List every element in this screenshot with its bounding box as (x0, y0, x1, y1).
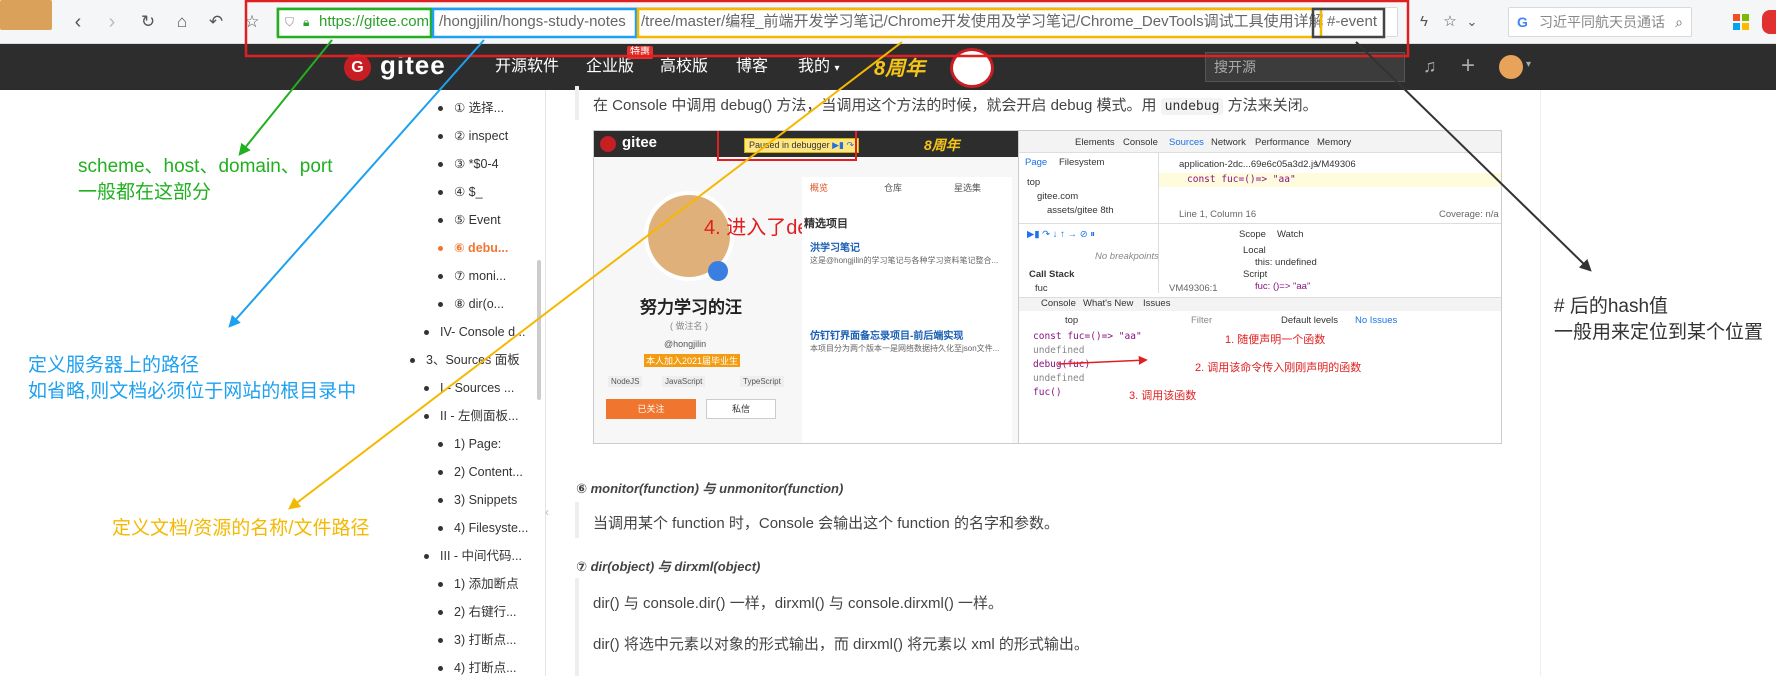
annotation-dark-line1: # 后的hash值 (1554, 296, 1669, 317)
annotation-dark: # 后的hash值 一般用来定位到某个位置 (1554, 294, 1763, 346)
arrow-note-1 (1057, 355, 1148, 365)
url-box-green (276, 7, 433, 39)
annotation-blue-line1: 定义服务器上的路径 (28, 355, 200, 376)
annotation-green-line1: scheme、host、domain、port (78, 156, 333, 177)
url-box-blue (431, 7, 638, 39)
annotation-blue-line2: 如省略,则文档必须位于网站的根目录中 (28, 381, 357, 402)
annotation-orange: 定义文档/资源的名称/文件路径 (112, 518, 370, 539)
url-box-orange (636, 7, 1323, 39)
url-box-dark (1311, 7, 1386, 39)
arrow-dark (1355, 41, 1592, 272)
annotation-blue: 定义服务器上的路径 如省略,则文档必须位于网站的根目录中 (28, 353, 356, 405)
annotation-green-line2: 一般都在这部分 (78, 182, 212, 203)
arrow-orange (288, 41, 903, 510)
annotation-dark-line2: 一般用来定位到某个位置 (1554, 322, 1764, 343)
annotation-overlay (228, 0, 1592, 510)
page-root: ‹ › ↻ ⌂ ↶ ☆ ⛉ 🔒︎ https://gitee.com /hong… (0, 0, 1776, 676)
annotation-green: scheme、host、domain、port 一般都在这部分 (78, 154, 333, 206)
